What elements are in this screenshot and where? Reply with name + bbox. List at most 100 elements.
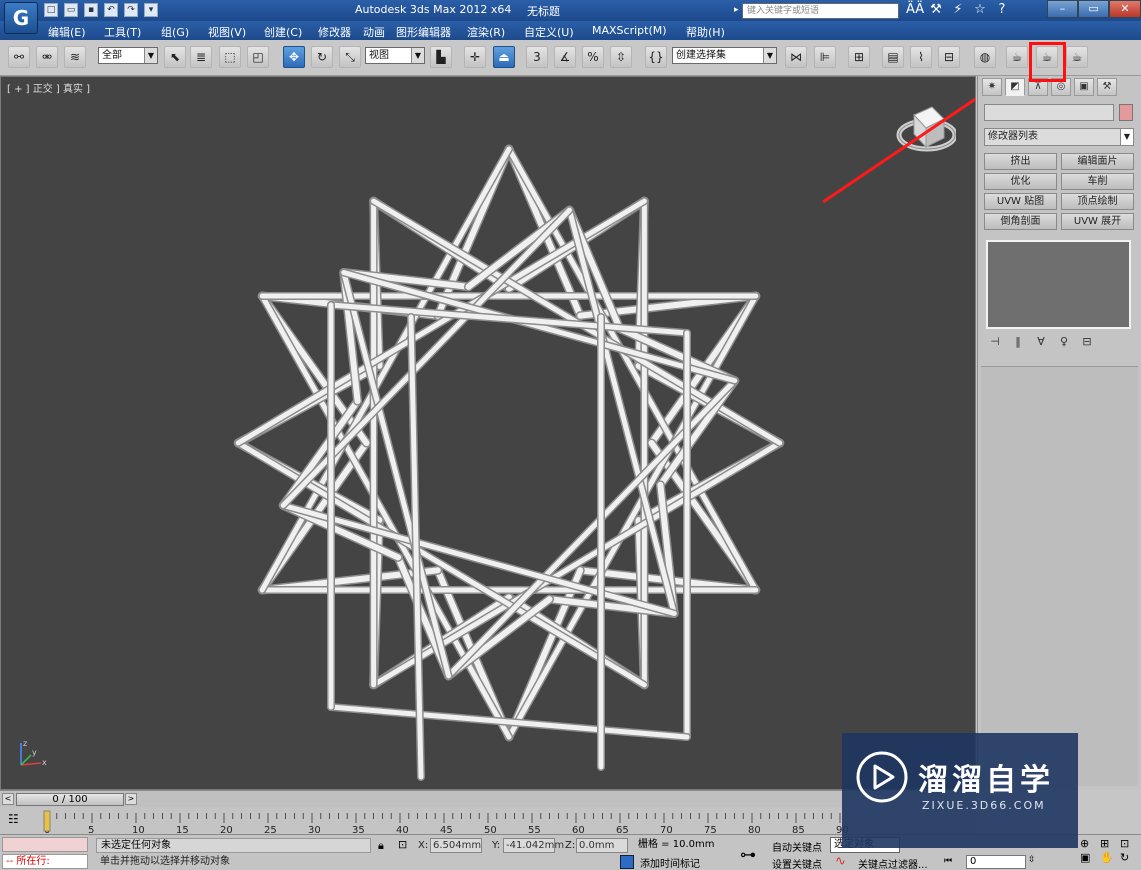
snaps-toggle-icon[interactable]: 3 <box>526 46 548 68</box>
graphite-tools-icon[interactable]: ▤ <box>882 46 904 68</box>
help-icon[interactable]: ? <box>994 2 1010 17</box>
favorites-star-icon[interactable]: ☆ <box>972 2 988 17</box>
time-tag-icon[interactable] <box>620 855 634 869</box>
curve-editor-mini-icon[interactable]: ☷ <box>8 812 30 830</box>
align-icon[interactable]: ⊫ <box>814 46 836 68</box>
tab-create-icon[interactable]: ✷ <box>982 78 1002 96</box>
keyboard-shortcut-override-icon[interactable]: ⏏ <box>493 46 515 68</box>
zoom-extents-icon[interactable]: ⊡ <box>1120 837 1138 850</box>
key-icon[interactable]: ⊶ <box>740 845 756 864</box>
modifier-button[interactable]: 顶点绘制 <box>1061 193 1134 210</box>
material-editor-icon[interactable]: ◍ <box>974 46 996 68</box>
modifier-button[interactable]: 车削 <box>1061 173 1134 190</box>
zoom-icon[interactable]: ⊕ <box>1080 837 1098 850</box>
mirror-icon[interactable]: ⋈ <box>785 46 807 68</box>
menu-edit[interactable]: 编辑(E) <box>48 24 86 40</box>
orbit-icon[interactable]: ↻ <box>1120 851 1138 864</box>
modifier-button[interactable]: 挤出 <box>984 153 1057 170</box>
menu-create[interactable]: 创建(C) <box>264 24 302 40</box>
pan-hand-icon[interactable]: ✋ <box>1100 851 1118 864</box>
show-end-result-icon[interactable]: ‖ <box>1011 335 1025 348</box>
redo-icon[interactable]: ↷ <box>124 3 138 17</box>
next-frame-icon[interactable]: > <box>125 793 137 805</box>
menu-group[interactable]: 组(G) <box>161 24 189 40</box>
zoom-all-icon[interactable]: ⊞ <box>1100 837 1118 850</box>
modifier-stack-view[interactable] <box>986 240 1131 329</box>
go-to-start-icon[interactable]: ⏮ <box>944 856 952 866</box>
manipulate-icon[interactable]: ✛ <box>464 46 486 68</box>
current-frame-marker[interactable] <box>43 810 51 832</box>
track-bar[interactable]: ☷ 051015202530354045505560657075808590 <box>0 807 976 834</box>
menu-customize[interactable]: 自定义(U) <box>524 24 574 40</box>
object-name-field[interactable] <box>984 104 1114 121</box>
pivot-center-icon[interactable]: ▙ <box>430 46 452 68</box>
unlink-icon[interactable]: ⚮ <box>36 46 58 68</box>
modifier-list-dropdown[interactable]: 修改器列表 ▼ <box>984 128 1134 146</box>
search-input[interactable]: 键入关键字或短语 <box>742 3 899 19</box>
maximize-button[interactable]: ▭ <box>1078 0 1109 18</box>
select-object-icon[interactable]: ⬉ <box>164 46 186 68</box>
curve-editor-icon[interactable]: ⌇ <box>910 46 932 68</box>
save-file-icon[interactable]: ▪ <box>84 3 98 17</box>
select-move-icon[interactable]: ✥ <box>283 46 305 68</box>
set-key-button[interactable]: 设置关键点 <box>772 856 822 870</box>
menu-animation[interactable]: 动画 <box>363 24 385 40</box>
render-production-icon[interactable]: ☕ <box>1066 46 1088 68</box>
angle-snap-icon[interactable]: ∡ <box>554 46 576 68</box>
rect-selection-icon[interactable]: ⬚ <box>219 46 241 68</box>
modifier-button[interactable]: UVW 展开 <box>1061 213 1134 230</box>
y-coordinate-field[interactable]: -41.042mm <box>503 838 564 853</box>
edit-named-selection-icon[interactable]: {} <box>645 46 667 68</box>
time-slider-thumb[interactable]: 0 / 100 <box>16 793 124 806</box>
spinner-snap-icon[interactable]: ⇳ <box>610 46 632 68</box>
modifier-button[interactable]: 优化 <box>984 173 1057 190</box>
named-selection-dropdown[interactable]: 创建选择集 ▼ <box>672 47 777 64</box>
viewcube-icon[interactable] <box>894 101 956 163</box>
app-logo-button[interactable]: G <box>4 2 38 34</box>
window-crossing-icon[interactable]: ◰ <box>247 46 269 68</box>
tab-display-icon[interactable]: ▣ <box>1074 78 1094 96</box>
pin-stack-icon[interactable]: ⊣ <box>988 335 1002 348</box>
select-rotate-icon[interactable]: ↻ <box>311 46 333 68</box>
menu-rendering[interactable]: 渲染(R) <box>467 24 505 40</box>
wireframe-star-model[interactable] <box>1 77 975 789</box>
select-scale-icon[interactable]: ⤡ <box>339 46 361 68</box>
z-coordinate-field[interactable]: 0.0mm <box>576 838 628 853</box>
communication-icon[interactable]: ⚡ <box>950 2 966 17</box>
object-color-swatch[interactable] <box>1119 104 1133 121</box>
binoculars-icon[interactable]: ÄÄ <box>906 2 924 17</box>
selection-filter-dropdown[interactable]: 全部 ▼ <box>98 47 158 64</box>
schematic-view-icon[interactable]: ⊟ <box>938 46 960 68</box>
tab-modify-icon[interactable]: ◩ <box>1005 78 1025 96</box>
previous-frame-icon[interactable]: < <box>2 793 14 805</box>
link-icon[interactable]: ⚯ <box>8 46 30 68</box>
select-by-name-icon[interactable]: ≣ <box>190 46 212 68</box>
key-tools-icon[interactable]: ⚒ <box>928 2 944 17</box>
auto-key-button[interactable]: 自动关键点 <box>772 839 822 854</box>
qa-menu-icon[interactable]: ▾ <box>144 3 158 17</box>
perspective-viewport[interactable]: [ + ] 正交 ] 真实 ] z x y <box>0 76 976 790</box>
tab-utilities-icon[interactable]: ⚒ <box>1097 78 1117 96</box>
key-filters-button[interactable]: 关键点过滤器... <box>858 856 928 870</box>
modifier-button[interactable]: 倒角剖面 <box>984 213 1057 230</box>
add-time-tag-button[interactable]: 添加时间标记 <box>640 855 700 870</box>
reference-coord-dropdown[interactable]: 视图 ▼ <box>365 47 425 64</box>
menu-modifiers[interactable]: 修改器 <box>318 24 351 40</box>
open-file-icon[interactable]: ▭ <box>64 3 78 17</box>
key-curve-icon[interactable]: ∿ <box>835 854 846 869</box>
current-frame-field[interactable]: 0 <box>966 855 1026 869</box>
modifier-button[interactable]: 编辑面片 <box>1061 153 1134 170</box>
absolute-mode-icon[interactable]: ⊡ <box>398 838 407 851</box>
minimize-button[interactable]: – <box>1047 0 1078 18</box>
remove-modifier-icon[interactable]: ♀ <box>1057 335 1071 348</box>
modifier-button[interactable]: UVW 贴图 <box>984 193 1057 210</box>
render-setup-icon[interactable]: ☕ <box>1006 46 1028 68</box>
maxscript-listener[interactable]: -- 所在行: <box>2 854 88 869</box>
spinner-icon[interactable]: ⇳ <box>1028 855 1036 865</box>
make-unique-icon[interactable]: ∀ <box>1034 335 1048 348</box>
maxscript-listener-pink[interactable] <box>2 837 88 852</box>
lock-selection-icon[interactable]: 🔒︎ <box>378 839 384 853</box>
field-of-view-icon[interactable]: ▣ <box>1080 851 1098 864</box>
undo-icon[interactable]: ↶ <box>104 3 118 17</box>
bind-spacewarp-icon[interactable]: ≋ <box>64 46 86 68</box>
